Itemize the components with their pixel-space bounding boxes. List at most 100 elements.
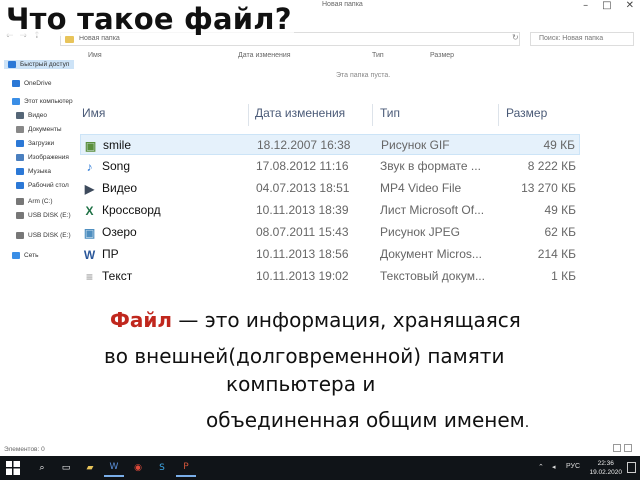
- nav-item-label: USB DISK (E:): [28, 232, 71, 239]
- address-path: Новая папка: [79, 35, 120, 42]
- file-row[interactable]: ≡ Текст 10.11.2013 19:02 Текстовый докум...…: [80, 266, 580, 287]
- excel-file-icon: X: [85, 203, 94, 218]
- music-icon: [16, 168, 24, 175]
- word-file-icon: W: [83, 247, 96, 262]
- file-date: 18.12.2007 16:38: [257, 138, 351, 152]
- taskbar: ⌕ ▭ ▰ W ◉ S P ⌃ ◂ РУС 22:36 19.02.2020: [0, 456, 640, 480]
- nav-item-label: OneDrive: [24, 80, 52, 87]
- nav-item-label: Этот компьютер: [24, 98, 73, 105]
- column-separator[interactable]: [372, 104, 373, 126]
- clock-date: 19.02.2020: [589, 469, 622, 476]
- nav-item-label: Документы: [28, 126, 62, 133]
- nav-item[interactable]: Рабочий стол: [16, 182, 69, 189]
- file-row[interactable]: ▣ smile 18.12.2007 16:38 Рисунок GIF 49 КБ: [80, 134, 580, 155]
- file-type: Лист Microsoft Of...: [380, 203, 485, 217]
- file-date: 10.11.2013 18:56: [256, 247, 349, 261]
- jpeg-image-icon: ▣: [83, 225, 96, 240]
- nav-item-label: Загрузки: [28, 140, 55, 147]
- large-icons-view-icon[interactable]: [624, 444, 632, 452]
- search-input[interactable]: Поиск: Новая папка: [530, 32, 634, 46]
- nav-item[interactable]: Видео: [16, 112, 47, 119]
- maximize-button[interactable]: □: [602, 0, 611, 11]
- file-date: 04.07.2013 18:51: [256, 181, 350, 195]
- definition-line-4-period: .: [524, 415, 530, 431]
- refresh-icon[interactable]: ↻: [512, 33, 519, 42]
- nav-item-label: Рабочий стол: [28, 182, 69, 189]
- nav-item[interactable]: Сеть: [12, 252, 38, 259]
- notifications-icon[interactable]: [627, 462, 636, 473]
- file-type: Рисунок JPEG: [380, 225, 460, 239]
- nav-item[interactable]: Изображения: [16, 154, 69, 161]
- navigation-pane: Быстрый доступ OneDrive Этот компьютер Виде…: [0, 58, 76, 268]
- nav-item[interactable]: Этот компьютер: [12, 98, 73, 105]
- file-type: Текстовый докум...: [380, 269, 485, 283]
- file-row[interactable]: ▣ Озеро 08.07.2011 15:43 Рисунок JPEG 62 КБ: [80, 222, 580, 243]
- file-size: 62 КБ: [544, 225, 576, 239]
- close-button[interactable]: ✕: [626, 0, 634, 11]
- status-item-count: Элементов: 0: [4, 446, 45, 453]
- file-type: Документ Micros...: [380, 247, 482, 261]
- column-separator[interactable]: [248, 104, 249, 126]
- nav-item-label: Сеть: [24, 252, 39, 259]
- star-icon: [8, 61, 16, 68]
- file-row[interactable]: ♪ Song 17.08.2012 11:16 Звук в формате ... 8…: [80, 156, 580, 177]
- file-date: 10.11.2013 18:39: [256, 203, 349, 217]
- taskbar-task-view-icon[interactable]: ▭: [56, 459, 76, 477]
- drive-icon: [16, 198, 24, 205]
- nav-item-label: Быстрый доступ: [20, 61, 70, 68]
- taskbar-word-icon[interactable]: W: [104, 459, 124, 477]
- taskbar-search-icon[interactable]: ⌕: [32, 459, 52, 477]
- nav-item[interactable]: USB DISK (E:): [16, 232, 71, 239]
- nav-item[interactable]: OneDrive: [12, 80, 51, 87]
- nav-item-label: Arm (C:): [28, 198, 53, 205]
- nav-item[interactable]: Загрузки: [16, 140, 54, 147]
- bg-column-name: Имя: [88, 52, 102, 59]
- slide-title: Что такое файл?: [4, 2, 294, 36]
- file-name: smile: [103, 138, 132, 152]
- file-date: 17.08.2012 11:16: [256, 159, 349, 173]
- taskbar-clock[interactable]: 22:36 19.02.2020: [589, 459, 622, 477]
- taskbar-powerpoint-icon[interactable]: P: [176, 459, 196, 477]
- file-size: 49 КБ: [543, 138, 575, 152]
- nav-item[interactable]: Документы: [16, 126, 62, 133]
- nav-item[interactable]: Arm (C:): [16, 198, 53, 205]
- speaker-icon[interactable]: ◂: [552, 463, 556, 471]
- nav-item[interactable]: Музыка: [16, 168, 51, 175]
- definition-line-1: Файл — это информация, хранящаяся: [110, 308, 521, 332]
- column-header-name[interactable]: Имя: [82, 106, 105, 120]
- details-view-icon[interactable]: [613, 444, 621, 452]
- downloads-icon: [16, 140, 24, 147]
- column-header-type[interactable]: Тип: [380, 106, 400, 120]
- language-indicator[interactable]: РУС: [566, 463, 580, 470]
- taskbar-skype-icon[interactable]: S: [152, 459, 172, 477]
- file-size: 49 КБ: [544, 203, 576, 217]
- file-type: MP4 Video File: [380, 181, 462, 195]
- file-size: 8 222 КБ: [527, 159, 576, 173]
- minimize-button[interactable]: –: [583, 0, 588, 11]
- music-note-icon: ♪: [86, 159, 93, 174]
- text-file-icon: ≡: [85, 269, 93, 284]
- column-separator[interactable]: [498, 104, 499, 126]
- file-list-header: Имя Дата изменения Тип Размер: [78, 104, 600, 126]
- taskbar-chrome-icon[interactable]: ◉: [128, 459, 148, 477]
- file-name: Song: [102, 159, 131, 173]
- nav-item[interactable]: Быстрый доступ: [4, 60, 74, 69]
- file-row[interactable]: W ПР 10.11.2013 18:56 Документ Micros... 214…: [80, 244, 580, 265]
- file-row[interactable]: X Кроссворд 10.11.2013 18:39 Лист Microsoft…: [80, 200, 580, 221]
- view-switcher: [613, 444, 632, 452]
- column-header-date[interactable]: Дата изменения: [255, 106, 345, 120]
- file-date: 08.07.2011 15:43: [256, 225, 349, 239]
- file-row[interactable]: ▶ Видео 04.07.2013 18:51 MP4 Video File 13 2…: [80, 178, 580, 199]
- window-title: Новая папка: [322, 1, 363, 8]
- taskbar-explorer-icon[interactable]: ▰: [80, 459, 100, 477]
- tray-expand-icon[interactable]: ⌃: [538, 463, 544, 471]
- file-name: ПР: [102, 247, 119, 261]
- column-header-size[interactable]: Размер: [506, 106, 547, 120]
- network-icon: [12, 252, 20, 259]
- windows-start-icon[interactable]: [6, 461, 20, 475]
- file-name: Видео: [102, 181, 138, 195]
- pictures-icon: [16, 154, 24, 161]
- nav-item[interactable]: USB DISK (E:): [16, 212, 71, 219]
- file-size: 1 КБ: [551, 269, 576, 283]
- file-list-panel: Имя Дата изменения Тип Размер ▣ smile 18.1…: [78, 96, 600, 288]
